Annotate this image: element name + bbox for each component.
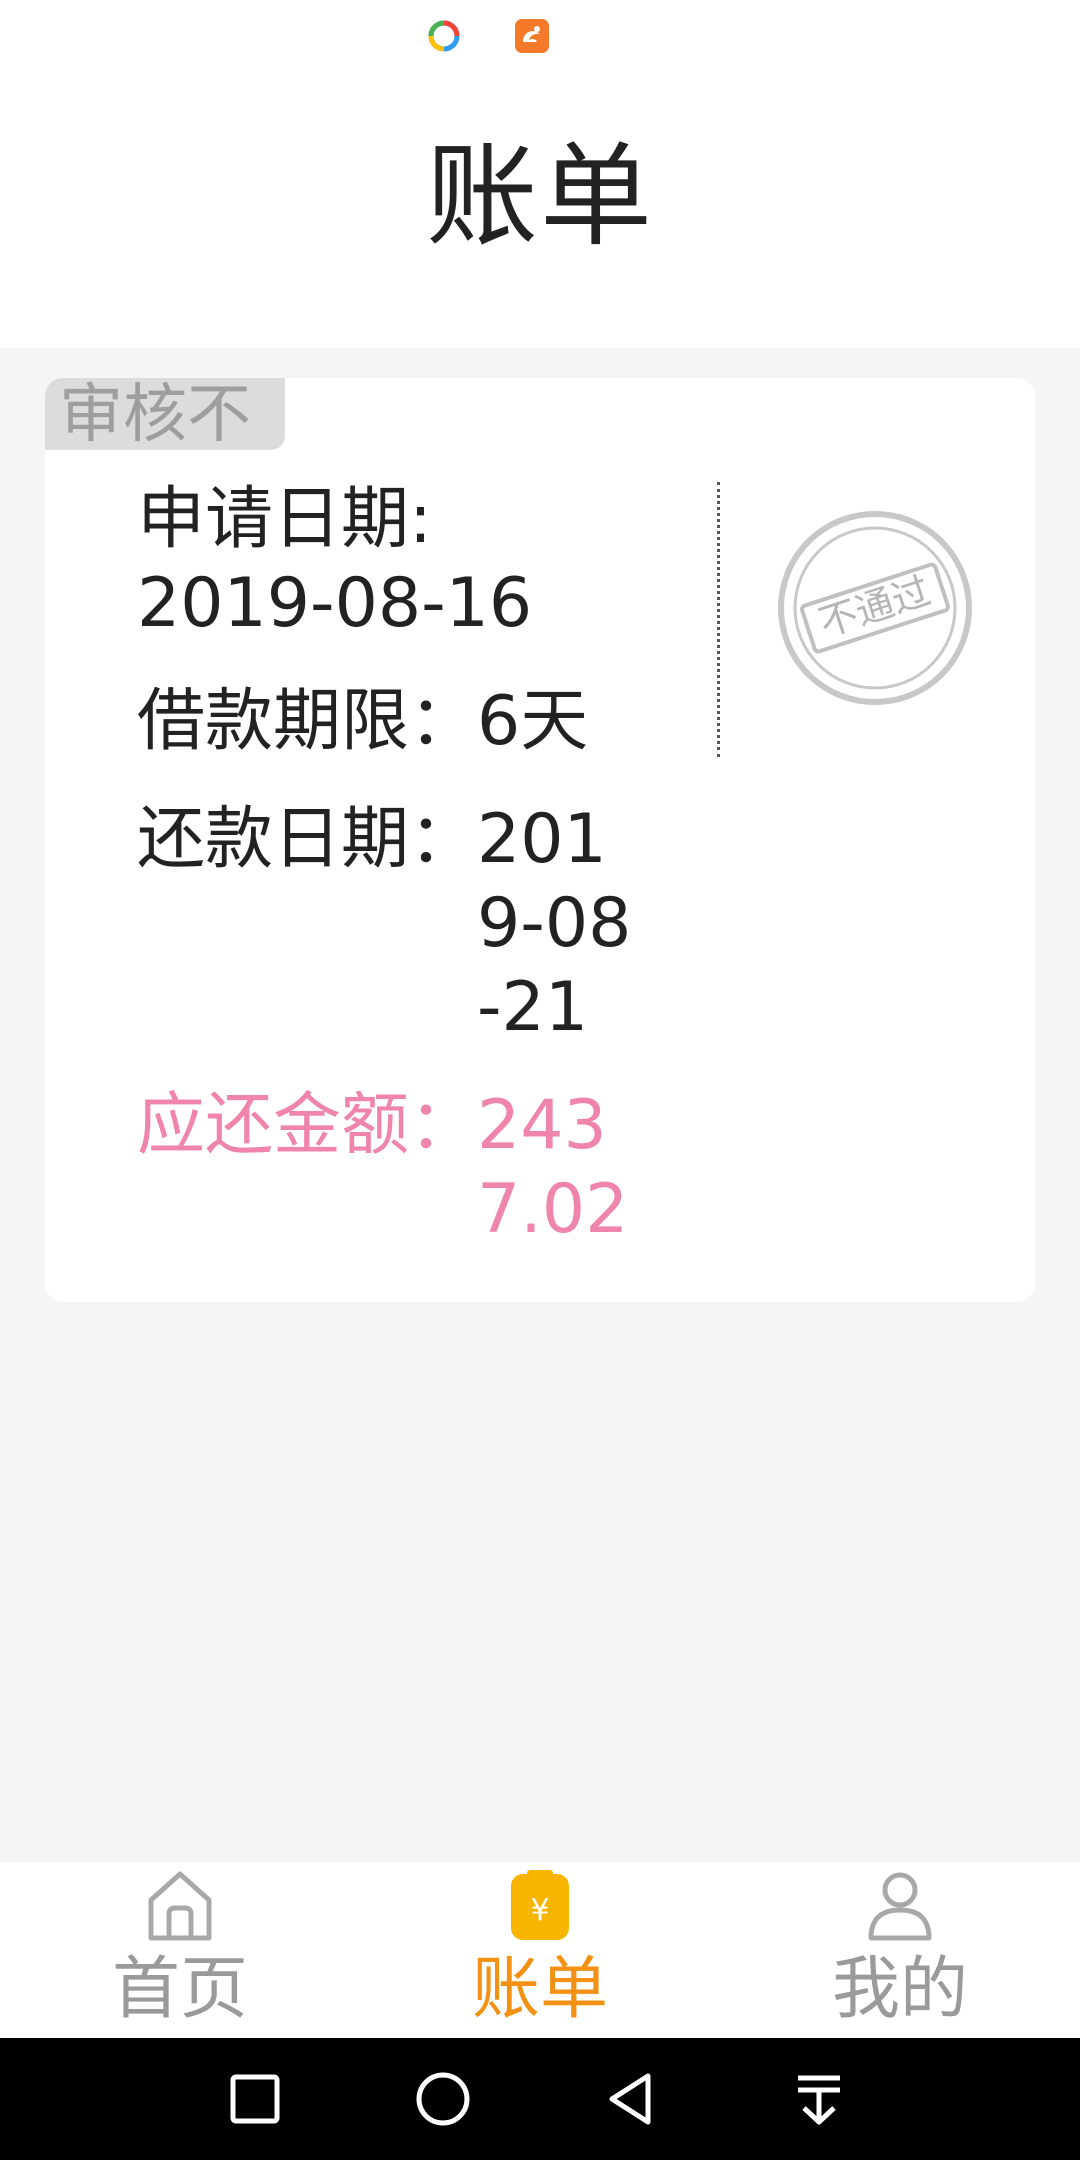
- status-bar: [0, 0, 1080, 72]
- notification-pull-icon[interactable]: [786, 2066, 852, 2132]
- rejected-stamp: 不通过: [778, 511, 972, 705]
- repay-date-label: 还款日期：: [137, 800, 478, 879]
- amount-due-label: 应还金额：: [137, 1086, 478, 1165]
- bottom-tab-bar: 首页 ¥ 账单 我的: [0, 1862, 1080, 2038]
- loan-term-row: 借款期限： 6天: [137, 680, 737, 764]
- tab-bill-label: 账单: [471, 1950, 608, 2029]
- page-title: 账单: [426, 132, 654, 262]
- tab-home-label: 首页: [111, 1950, 248, 2029]
- review-status-badge: 审核不: [45, 378, 285, 450]
- user-icon: [868, 1872, 932, 1941]
- page-header: 账单: [0, 72, 1080, 348]
- home-circle-icon[interactable]: [410, 2066, 476, 2132]
- browser-app-icon: [428, 20, 460, 52]
- repay-date-value: 2019-08-21: [477, 800, 632, 1047]
- tab-home[interactable]: 首页: [50, 1862, 310, 2038]
- tab-mine-label: 我的: [831, 1950, 968, 2029]
- home-icon: [148, 1871, 212, 1941]
- bill-icon: ¥: [511, 1870, 569, 1940]
- bill-card[interactable]: 审核不 申请日期: 2019-08-16 借款期限： 6天 还款日期： 2019…: [45, 378, 1035, 1302]
- system-nav-bar: [0, 2038, 1080, 2160]
- tab-bill[interactable]: ¥ 账单: [410, 1862, 670, 2038]
- amount-due-row: 应还金额： 2437.02: [137, 1084, 737, 1252]
- recent-apps-icon[interactable]: [222, 2066, 288, 2132]
- apply-date-label: 申请日期:: [137, 480, 432, 559]
- dotted-divider: [717, 482, 720, 757]
- amount-due-value: 2437.02: [477, 1086, 629, 1249]
- repay-date-row: 还款日期： 2019-08-21: [137, 798, 737, 1050]
- apply-date-row: 申请日期: 2019-08-16: [137, 478, 737, 646]
- apply-date-value: 2019-08-16: [137, 564, 533, 643]
- tab-mine[interactable]: 我的: [770, 1862, 1030, 2038]
- bill-info: 申请日期: 2019-08-16 借款期限： 6天 还款日期： 2019-08-…: [137, 478, 737, 1286]
- loan-term-value: 6天: [477, 682, 589, 761]
- svg-text:¥: ¥: [530, 1893, 549, 1928]
- uc-browser-icon: [515, 19, 549, 53]
- loan-term-label: 借款期限：: [137, 682, 478, 761]
- back-icon[interactable]: [598, 2066, 664, 2132]
